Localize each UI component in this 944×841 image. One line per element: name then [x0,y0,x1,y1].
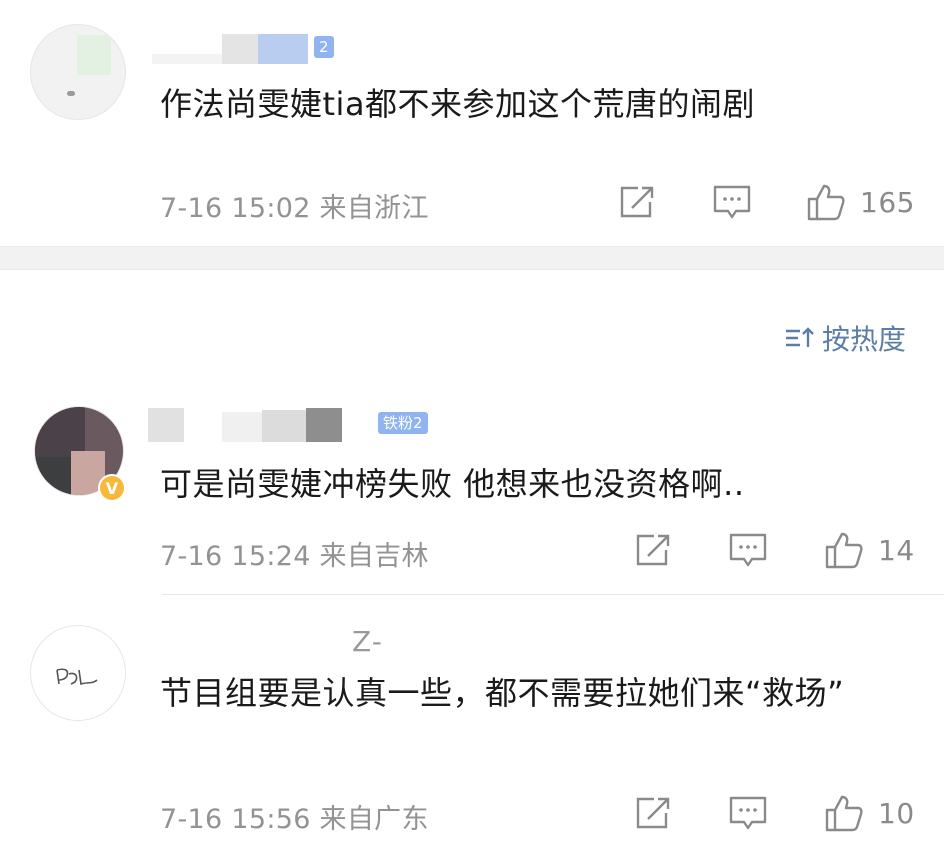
comment-text: 可是尚雯婕冲榜失败 他想来也没资格啊.. [160,465,745,503]
username[interactable]: Z- [352,625,383,658]
comment-item: 2 作法尚雯婕tia都不来参加这个荒唐的闹剧 7-16 15:02 来自浙江 1… [0,0,944,246]
section-divider [0,246,944,270]
thumbs-up-icon [807,184,845,221]
sort-label: 按热度 [821,323,906,356]
comment-meta: 7-16 15:24 来自吉林 [160,541,429,572]
like-button[interactable]: 14 [824,530,915,570]
repost-icon [620,186,654,218]
like-count: 10 [878,796,915,830]
repost-button[interactable] [634,795,672,831]
username[interactable] [148,408,388,442]
thumbs-up-icon [825,795,863,832]
comment-text: 作法尚雯婕tia都不来参加这个荒唐的闹剧 [160,85,756,123]
avatar[interactable] [30,24,126,120]
thumbs-up-icon [825,532,863,569]
comment-item: V 铁粉2 可是尚雯婕冲榜失败 他想来也没资格啊.. 7-16 15:24 来自… [0,400,944,594]
comment-meta: 7-16 15:02 来自浙江 [160,193,429,224]
fan-level-badge: 2 [314,36,334,58]
like-button[interactable]: 10 [824,793,915,833]
reply-button[interactable] [728,795,768,833]
like-count: 165 [860,185,915,219]
signature-image [56,668,98,686]
comment-text: 节目组要是认真一些，都不需要拉她们来“救场” [160,674,845,712]
repost-button[interactable] [618,184,656,220]
like-button[interactable]: 165 [806,182,915,222]
repost-icon [636,534,670,566]
reply-button[interactable] [712,184,752,222]
sort-toggle[interactable]: 按热度 [784,318,906,358]
repost-icon [636,797,670,829]
comment-icon [713,185,751,219]
like-count: 14 [878,533,915,567]
username[interactable] [152,34,332,64]
avatar[interactable] [30,625,126,721]
comment-meta: 7-16 15:56 来自广东 [160,804,429,835]
verified-badge: V [98,474,126,502]
sort-icon [785,327,814,347]
fan-level-badge: 铁粉2 [378,412,428,434]
repost-button[interactable] [634,532,672,568]
reply-button[interactable] [728,532,768,570]
comment-icon [729,533,767,567]
comment-icon [729,796,767,830]
comment-item: Z- 节目组要是认真一些，都不需要拉她们来“救场” 7-16 15:56 来自广… [0,595,944,841]
